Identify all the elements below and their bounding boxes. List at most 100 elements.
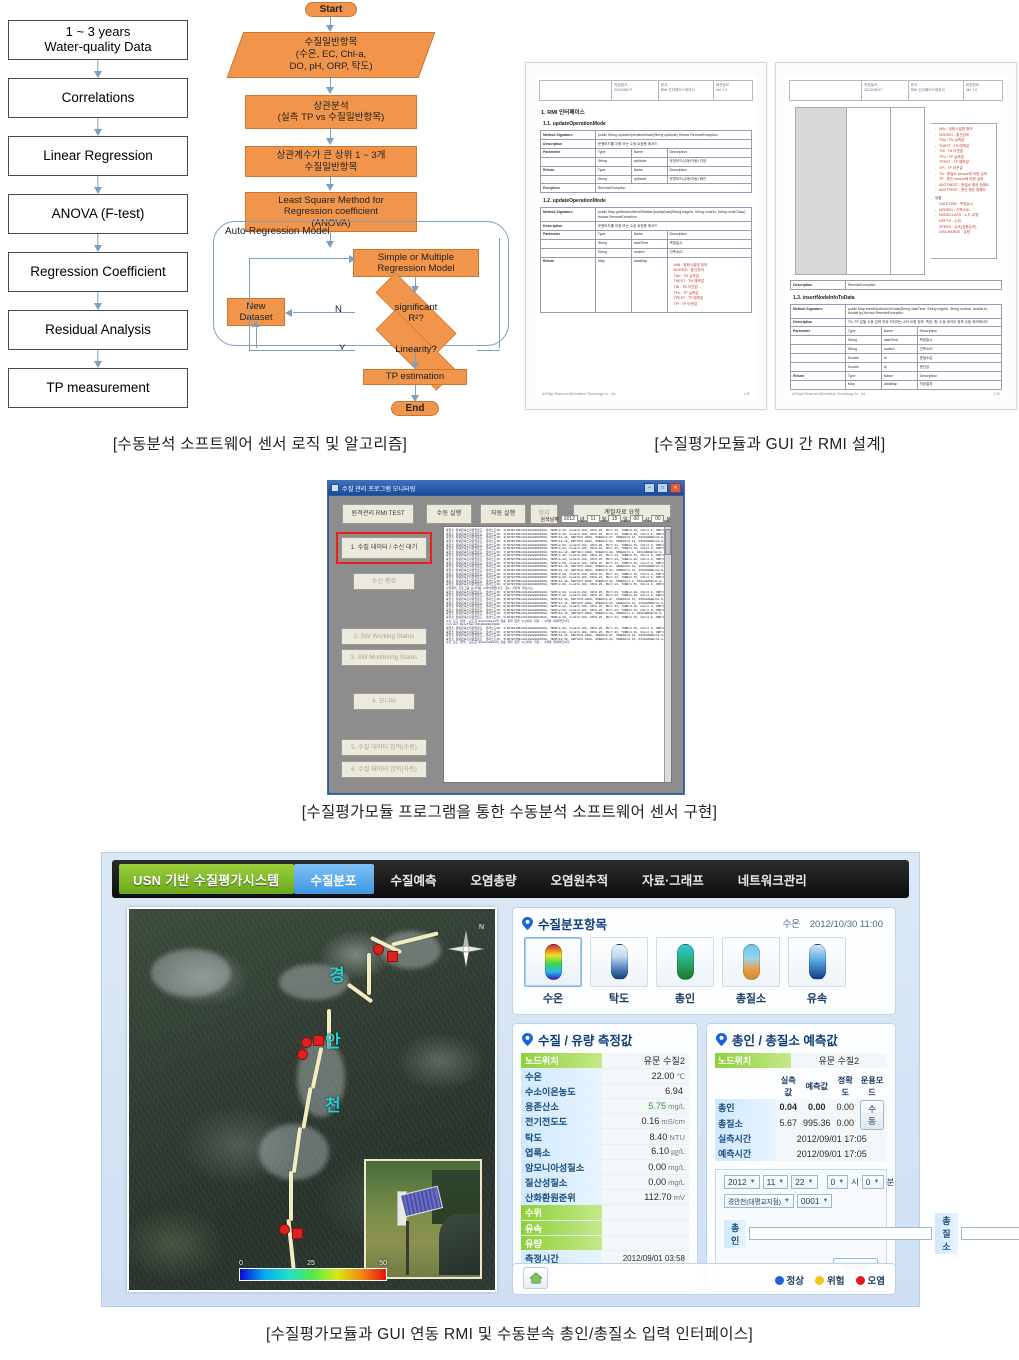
log-line: 총질소 유량관측소자료업로드, 센서노드ID: 4[DATETIME=20120… (446, 539, 672, 543)
doc-list-item: DISCHARGE : 유량 (935, 230, 994, 236)
doc-hdr-date-value-1: 2012/08/17 (614, 88, 633, 93)
doc-hdr-doc-value-2: RMI 인터페이스정의서 (910, 88, 945, 93)
spinner-minute[interactable]: 00 (651, 515, 665, 523)
item-flow-velocity[interactable]: 유속 (788, 937, 846, 1006)
button-sw-working-status[interactable]: 2. SW Working Status (341, 628, 427, 645)
item-total-nitrogen[interactable]: 총질소 (722, 937, 780, 1006)
item-turbidity-box[interactable] (590, 937, 648, 987)
minimize-button[interactable]: – (644, 483, 655, 493)
item-water-temp-box[interactable] (524, 937, 582, 987)
item-turbidity[interactable]: 탁도 (590, 937, 648, 1006)
measurement-panel: 수질 / 유량 측정값 노드위치 유문 수질2 수온 22.00 ℃ 수소이온농도… (512, 1023, 698, 1292)
doc-cell-desc: Description (666, 229, 753, 240)
flow-node-end: End (391, 401, 439, 416)
doc-subheading-1-3: 1.3. insertNodeInfoToData (793, 294, 855, 301)
log-scrollbar-thumb[interactable] (664, 529, 671, 555)
map-node-marker-square[interactable] (313, 1035, 324, 1046)
map-node-marker-circle[interactable] (297, 1049, 308, 1060)
doc-cell-name: opMode (630, 156, 668, 167)
map-node-marker-square[interactable] (292, 1228, 303, 1239)
pin-icon (522, 917, 533, 930)
top3-line-2: 수질일반항목 (304, 161, 358, 173)
hour-select[interactable]: 0 ▼ (826, 1175, 849, 1189)
button-receive-stop[interactable]: 수신 종료 (353, 573, 415, 590)
log-content: 총질소 유량관측소자료업로드, 센서노드ID: 1[DATETIME=20120… (444, 527, 671, 645)
doc-footer-copyright: All Right Reserved @Omnitech Technology … (542, 392, 617, 396)
spinner-month[interactable]: 11 (586, 515, 600, 523)
doc-table-row: Return Map dataMap MIN : 정화시설명 정보 NODEID… (540, 256, 753, 314)
doc-hdr-ver-2: 버전정보 Ver 1.0 (964, 81, 1002, 100)
map-node-marker-square[interactable] (387, 951, 398, 962)
item-total-nitrogen-box[interactable] (722, 937, 780, 987)
doc-cell-label: Exception (540, 183, 596, 194)
capsule-icon (742, 944, 760, 980)
doc-table-row: String nodeId 관측소ID (790, 344, 1003, 355)
tab-network-management[interactable]: 네트워크관리 (721, 864, 824, 894)
button-input-auto[interactable]: 6. 수질 데이터 입력(자동) (341, 761, 427, 778)
node-name-select[interactable]: 경안천(대평교지점) ▼ (724, 1194, 794, 1208)
item-total-phosphorus-box[interactable] (656, 937, 714, 987)
doc-cell-label (790, 335, 846, 346)
predict-panel-title-row: 총인 / 총질소 예측값 (707, 1024, 895, 1053)
tab-pollution-source-tracking[interactable]: 오염원추적 (534, 864, 626, 894)
button-monitor[interactable]: 4. 모니터 (353, 693, 415, 710)
item-water-temp[interactable]: 수온 (524, 937, 582, 1006)
year-select[interactable]: 2012 ▼ (724, 1175, 760, 1189)
month-select[interactable]: 11 ▼ (762, 1175, 789, 1189)
table-row: 수위 (521, 1204, 689, 1221)
close-button[interactable]: ✕ (670, 483, 681, 493)
doc-field-list: MIN : 정화시설명 정보 NODEID : 통신장비 TNo : TN 실측… (931, 123, 997, 259)
doc-cell-value: RemoteException (594, 183, 753, 194)
tp-input-field[interactable] (749, 1227, 933, 1240)
doc-cell-desc: Description (666, 165, 753, 176)
mode-button[interactable]: 수동 (860, 1100, 884, 1130)
map-node-marker-circle[interactable] (373, 944, 384, 955)
doc-cell-label: Parameter (790, 326, 846, 337)
home-button[interactable] (523, 1267, 548, 1289)
document-page-2: 작성일자 2012/08/17 문서 RMI 인터페이스정의서 버전정보 Ver… (775, 62, 1017, 410)
usn-logo: USN 기반 수질평가시스템 (119, 864, 294, 894)
chevron-down-icon: ▼ (873, 1179, 880, 1185)
row-key: 엽록소 (521, 1144, 602, 1160)
doc-cell-name: Name (630, 165, 668, 176)
day-select[interactable]: 22 ▼ (791, 1175, 818, 1189)
log-scrollbar[interactable] (664, 527, 671, 782)
table-row: 수소이온농도 6.94 (521, 1083, 689, 1100)
button-rmi-test[interactable]: 원격관리 RMI TEST (342, 504, 414, 524)
button-input-manual[interactable]: 5. 수질 데이터 입력(수동) (341, 739, 427, 756)
tab-pollution-total[interactable]: 오염총량 (454, 864, 534, 894)
flow-node-regression-model: Simple or Multiple Regression Model (353, 249, 479, 277)
spinner-year[interactable]: 2012 (560, 515, 578, 523)
button-sw-monitoring-status[interactable]: 3. SW Monitoring Status (341, 649, 427, 666)
node-id-select[interactable]: 0001 ▼ (796, 1194, 833, 1208)
prediction-panel: 총인 / 총질소 예측값 노드위치 유문 수질2 실측값 예측값 정확도 운용모… (706, 1023, 1019, 1292)
doc-cell-label (790, 379, 846, 390)
flowchart-right-algorithm: Start 수질일반항목 (수온, EC, Chl-a, DO, pH, ORP… (205, 0, 515, 425)
button-manual-run[interactable]: 수동 실행 (426, 504, 472, 524)
node-id-value: 0001 (800, 1196, 820, 1206)
log-footer-line-3: 수신 모드 변경, 모드값 RemoteData의 전송 결과 값을 수신되어 … (446, 641, 571, 645)
item-total-phosphorus[interactable]: 총인 (656, 937, 714, 1006)
row-number: 5.75 (648, 1101, 667, 1112)
maximize-button[interactable]: □ (657, 483, 668, 493)
tab-water-prediction[interactable]: 수질예측 (374, 864, 454, 894)
chain-arrow-2 (8, 118, 188, 136)
map-node-marker-circle[interactable] (301, 1037, 312, 1048)
doc-method-table-1: Method Signature public String updateOpe… (540, 130, 753, 194)
legend-dot-warning (815, 1275, 825, 1285)
doc-cell-desc: Description (916, 370, 1003, 381)
map-node-marker-circle[interactable] (279, 1224, 290, 1235)
tab-water-distribution[interactable]: 수질분포 (293, 864, 374, 894)
button-auto-run[interactable]: 자동 실행 (480, 504, 526, 524)
satellite-map[interactable]: 경 안 천 N 0 25 50 (127, 907, 497, 1292)
item-flow-velocity-box[interactable] (788, 937, 846, 987)
log-output-area[interactable]: 총질소 유량관측소자료업로드, 센서노드ID: 1[DATETIME=20120… (443, 526, 672, 783)
flow-node-input-text: 수질일반항목 (수온, EC, Chl-a, DO, pH, ORP, 탁도) (235, 37, 427, 73)
spinner-hour[interactable]: 00 (629, 515, 643, 523)
spinner-day[interactable]: 15 (608, 515, 622, 523)
minute-select[interactable]: 0 ▼ (861, 1175, 884, 1189)
tn-input-field[interactable] (960, 1227, 1019, 1240)
tab-data-graph[interactable]: 자료·그래프 (625, 864, 721, 894)
row-accuracy: 0.00 (833, 1099, 858, 1115)
chain-arrow-4 (8, 234, 188, 252)
